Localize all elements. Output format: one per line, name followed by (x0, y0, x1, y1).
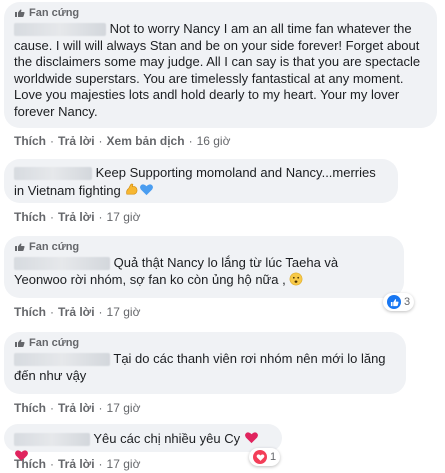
comment-time[interactable]: 17 giờ (107, 305, 141, 319)
like-icon (387, 295, 401, 309)
comment-time[interactable]: 17 giờ (107, 457, 141, 471)
fan-badge-label: Fan cứng (29, 241, 80, 253)
commenter-name-blurred[interactable] (14, 433, 90, 447)
commenter-name-blurred[interactable] (14, 23, 106, 37)
commenter-name-blurred[interactable] (14, 167, 92, 181)
commenter-name-blurred[interactable] (14, 257, 110, 271)
see-translation-link[interactable]: Xem bản dịch (107, 134, 185, 148)
fan-badge-label: Fan cứng (29, 7, 80, 19)
comment-bubble: Keep Supporting momoland and Nancy...mer… (4, 159, 398, 203)
reply-link[interactable]: Trả lời (58, 457, 95, 471)
reaction-count-value: 1 (270, 451, 277, 463)
reaction-count-value: 3 (404, 296, 411, 308)
comment-actions: Thích · Trả lời · Xem bản dịch · 16 giờ (14, 134, 231, 148)
comment-bubble: Fan cứng Quả thật Nancy lo lắng từ lúc T… (4, 236, 404, 298)
fan-badge-icon (15, 339, 25, 347)
blue-heart-icon (140, 183, 154, 195)
comment-actions: Thích · Trả lời · 17 giờ (14, 401, 141, 415)
comment-text: Not to worry Nancy I am an all time fan … (14, 21, 421, 119)
fan-badge-icon (15, 9, 25, 17)
comment-actions: Thích · Trả lời · 17 giờ (14, 457, 141, 471)
comment-text: Quả thật Nancy lo lắng từ lúc Taeha và Y… (14, 255, 339, 287)
fan-badge: Fan cứng (14, 7, 427, 19)
flexed-biceps-icon (126, 183, 138, 195)
comment-time[interactable]: 17 giờ (107, 401, 141, 415)
fan-badge: Fan cứng (14, 337, 396, 349)
reply-link[interactable]: Trả lời (58, 305, 95, 319)
like-link[interactable]: Thích (14, 401, 46, 415)
comment-actions: Thích · Trả lời · 17 giờ (14, 210, 141, 224)
reply-link[interactable]: Trả lời (58, 134, 95, 148)
love-icon (253, 450, 267, 464)
fan-badge-label: Fan cứng (29, 337, 80, 349)
like-link[interactable]: Thích (14, 134, 46, 148)
reaction-count[interactable]: 1 (249, 448, 281, 466)
comment-bubble: Fan cứng Not to worry Nancy I am an all … (4, 2, 437, 128)
reaction-count[interactable]: 3 (383, 293, 415, 311)
comment-actions: Thích · Trả lời · 17 giờ (14, 305, 141, 319)
reply-link[interactable]: Trả lời (58, 210, 95, 224)
reply-link[interactable]: Trả lời (58, 401, 95, 415)
worried-face-icon (289, 272, 303, 285)
comment-bubble: Yêu các chị nhiều yêu Cy (4, 424, 282, 461)
comment-bubble: Fan cứng Tại do các thanh viên rơi nhóm … (4, 332, 406, 394)
comment-text: Tại do các thanh viên rơi nhóm nên mới l… (14, 351, 386, 383)
like-link[interactable]: Thích (14, 457, 46, 471)
comment-time[interactable]: 16 giờ (197, 134, 231, 148)
comment-time[interactable]: 17 giờ (107, 210, 141, 224)
commenter-name-blurred[interactable] (14, 353, 110, 367)
like-link[interactable]: Thích (14, 305, 46, 319)
comment-text: Keep Supporting momoland and Nancy...mer… (14, 165, 376, 198)
like-link[interactable]: Thích (14, 210, 46, 224)
fan-badge: Fan cứng (14, 241, 394, 253)
red-heart-icon (244, 432, 258, 444)
fan-badge-icon (15, 243, 25, 251)
